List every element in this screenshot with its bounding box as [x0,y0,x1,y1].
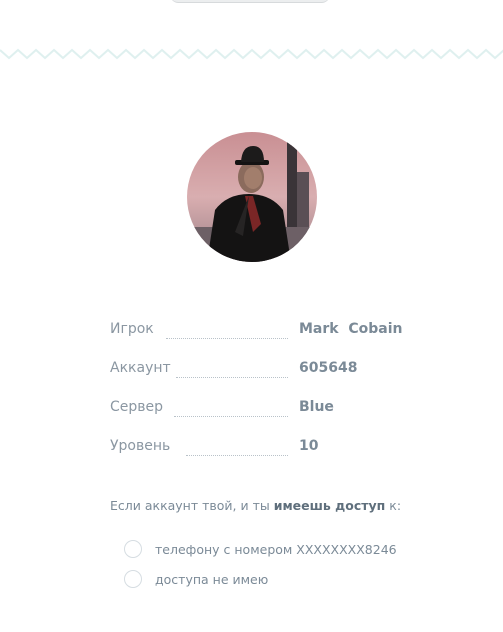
dotted-leader [186,455,288,456]
radio-button[interactable] [124,540,142,558]
character-avatar-icon [187,132,317,262]
dotted-leader [166,338,288,339]
info-row-level: Уровень 10 [110,438,400,462]
radio-button[interactable] [124,570,142,588]
level-value: 10 [299,438,319,454]
question-prefix: Если аккаунт твой, и ты [110,498,274,513]
option-no-access[interactable]: доступа не имею [124,570,444,592]
info-row-server: Сервер Blue [110,399,400,423]
account-id-value: 605648 [299,360,358,376]
info-row-player: Игрок Mark Cobain [110,321,403,345]
server-value: Blue [299,399,334,415]
top-pill-tab [170,0,330,3]
question-emphasis: имеешь доступ [273,498,386,513]
option-no-access-label[interactable]: доступа не имею [155,572,268,587]
player-name-value: Mark Cobain [299,321,403,337]
dotted-leader [174,416,288,417]
access-question: Если аккаунт твой, и ты имеешь доступ к: [110,498,401,513]
zigzag-divider [0,48,503,60]
option-phone[interactable]: телефону с номером XXXXXXXX8246 [124,540,444,562]
question-suffix: к: [385,498,402,513]
player-avatar [187,132,317,262]
dotted-leader [176,377,288,378]
server-label: Сервер [110,399,164,415]
player-label: Игрок [110,321,154,337]
option-phone-label[interactable]: телефону с номером XXXXXXXX8246 [155,542,397,557]
account-label: Аккаунт [110,360,171,376]
level-label: Уровень [110,438,171,454]
info-row-account: Аккаунт 605648 [110,360,400,384]
